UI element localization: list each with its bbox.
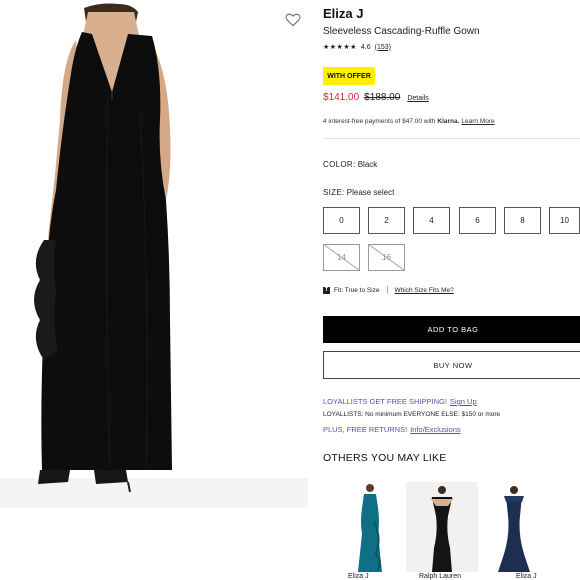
size-option-0[interactable]: 0 (323, 207, 360, 234)
recommendation-card[interactable] (478, 482, 550, 572)
size-option-4[interactable]: 4 (413, 207, 450, 234)
review-count-link[interactable]: (153) (375, 44, 391, 51)
which-size-fits-link[interactable]: Which Size Fits Me? (395, 287, 454, 294)
fit-info: T Fit: True to Size Which Size Fits Me? (323, 286, 454, 294)
sign-up-link[interactable]: Sign Up (450, 397, 477, 406)
fit-separator (386, 286, 388, 294)
loyalty-returns: PLUS, FREE RETURNS! Info/Exclusions (323, 425, 461, 434)
divider (323, 138, 580, 139)
size-option-10[interactable]: 10 (549, 207, 580, 234)
loyalty-shipping: LOYALLISTS GET FREE SHIPPING! Sign Up (323, 397, 477, 406)
size-option-2[interactable]: 2 (368, 207, 405, 234)
fit-icon: T (323, 286, 330, 294)
product-title: Sleeveless Cascading-Ruffle Gown (323, 26, 480, 37)
fit-label: Fit: True to Size (334, 286, 380, 294)
color-label: COLOR: (323, 160, 356, 169)
offer-badge: WITH OFFER (323, 67, 375, 85)
size-selector-label: SIZE: Please select (323, 188, 394, 197)
sale-price: $141.00 (323, 92, 360, 103)
recommendation-image (478, 482, 550, 572)
klarna-learn-more-link[interactable]: Learn More (461, 118, 494, 125)
klarna-logo: Klarna. (437, 118, 460, 125)
product-image (0, 0, 308, 580)
favorite-heart-icon[interactable] (285, 13, 301, 27)
klarna-payment-info: 4 interest-free payments of $47.00 with … (323, 118, 495, 125)
loyalty-minimum: LOYALLISTS: No minimum EVERYONE ELSE: $1… (323, 411, 501, 418)
recommendation-brand[interactable]: Ralph Lauren (419, 573, 461, 580)
original-price: $188.00 (364, 92, 401, 103)
loyalty-shipping-text: LOYALLISTS GET FREE SHIPPING! (323, 397, 447, 406)
recommendation-card[interactable] (406, 482, 478, 572)
info-exclusions-link[interactable]: Info/Exclusions (410, 425, 460, 434)
size-option-8[interactable]: 8 (504, 207, 541, 234)
klarna-text: 4 interest-free payments of $47.00 with (323, 118, 436, 125)
loyalty-returns-text: PLUS, FREE RETURNS! (323, 425, 408, 434)
recommendation-image (406, 482, 478, 572)
recommendation-brand[interactable]: Eliza J (348, 573, 369, 580)
star-rating-icon: ★★★★★ (323, 44, 357, 51)
recommendation-card[interactable] (334, 482, 406, 572)
model-in-gown (34, 3, 173, 493)
color-value: Black (357, 160, 378, 169)
add-to-bag-button[interactable]: ADD TO BAG (323, 316, 580, 343)
size-option-6[interactable]: 6 (459, 207, 496, 234)
brand-link[interactable]: Eliza J (323, 6, 363, 21)
price-details-link[interactable]: Details (407, 95, 428, 102)
rating[interactable]: ★★★★★ 4.6 (153) (323, 43, 391, 52)
size-option-16-unavailable[interactable]: 16 (368, 244, 405, 271)
recommendation-image (334, 482, 406, 572)
buy-now-button[interactable]: BUY NOW (323, 351, 580, 379)
size-value: Please select (346, 188, 395, 197)
recommendation-brand[interactable]: Eliza J (516, 573, 537, 580)
size-option-14-unavailable[interactable]: 14 (323, 244, 360, 271)
color-selector: COLOR: Black (323, 160, 377, 169)
size-label: SIZE: (323, 188, 345, 197)
recommendations-title: OTHERS YOU MAY LIKE (323, 452, 447, 464)
price-row: $141.00 $188.00 Details (323, 92, 429, 103)
rating-value: 4.6 (360, 43, 371, 51)
